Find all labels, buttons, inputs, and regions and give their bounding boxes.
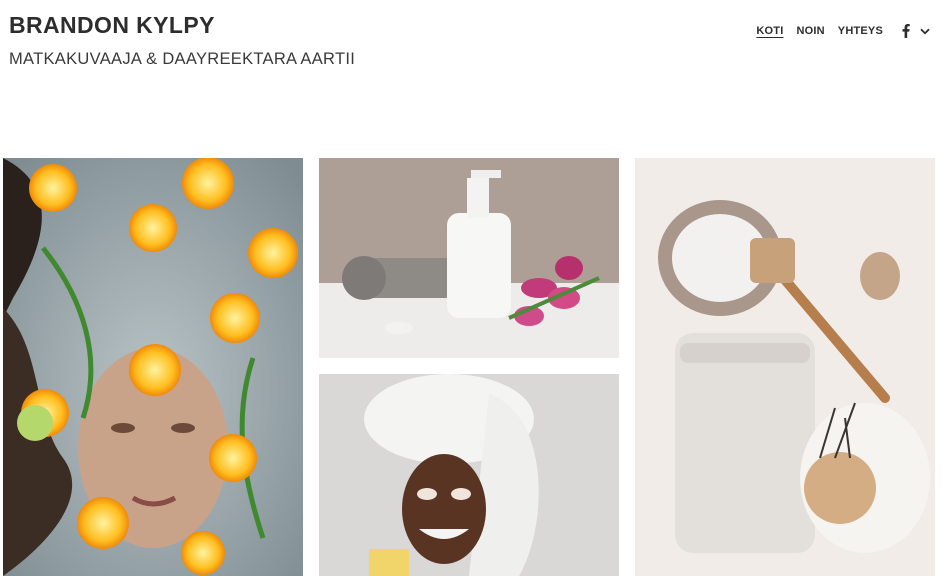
towel-and-lotion-bottle-image (319, 158, 619, 358)
facebook-icon[interactable] (901, 24, 911, 38)
main-nav: KOTI NOIN YHTEYS (743, 24, 931, 38)
face-mask-woman-image (319, 374, 619, 576)
bath-with-orange-slices-photo[interactable] (3, 158, 303, 576)
salt-bowl-and-towel-image (635, 158, 935, 576)
nav-link-noin[interactable]: NOIN (796, 25, 824, 37)
social-links (901, 24, 931, 38)
nav-link-yhteys[interactable]: YHTEYS (838, 25, 883, 37)
site-title[interactable]: BRANDON KYLPY (9, 12, 215, 39)
salt-bowl-and-towel-photo[interactable] (635, 158, 935, 576)
nav-link-koti[interactable]: KOTI (756, 25, 783, 37)
towel-and-lotion-bottle-photo[interactable] (319, 158, 619, 358)
chevron-down-icon[interactable] (919, 25, 931, 37)
face-mask-woman-photo[interactable] (319, 374, 619, 576)
site-tagline: MATKAKUVAAJA & DAAYREEKTARA AARTII (9, 50, 356, 68)
bath-with-orange-slices-image (3, 158, 303, 576)
